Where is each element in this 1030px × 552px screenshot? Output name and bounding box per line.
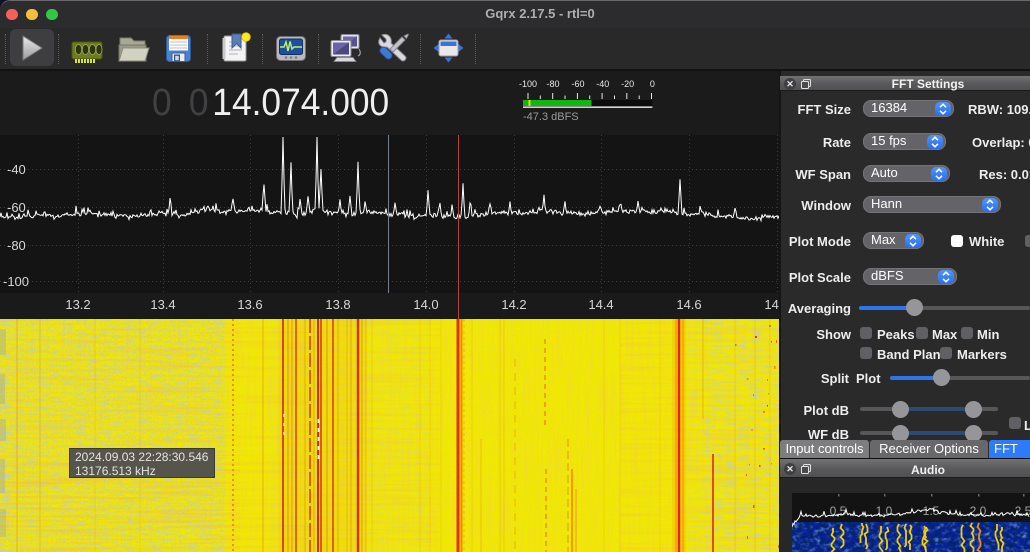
svg-text:-60: -60	[7, 200, 26, 215]
svg-text:-80: -80	[546, 79, 559, 89]
svg-text:-40: -40	[7, 162, 26, 177]
svg-text:-47.3 dBFS: -47.3 dBFS	[523, 111, 579, 123]
svg-text:-80: -80	[7, 238, 26, 253]
svg-text:-100: -100	[519, 79, 537, 89]
svg-text:-20: -20	[621, 79, 634, 89]
svg-text:-40: -40	[596, 79, 609, 89]
svg-text:-60: -60	[571, 79, 584, 89]
svg-text:-100: -100	[3, 274, 29, 289]
svg-text:0: 0	[650, 79, 655, 89]
